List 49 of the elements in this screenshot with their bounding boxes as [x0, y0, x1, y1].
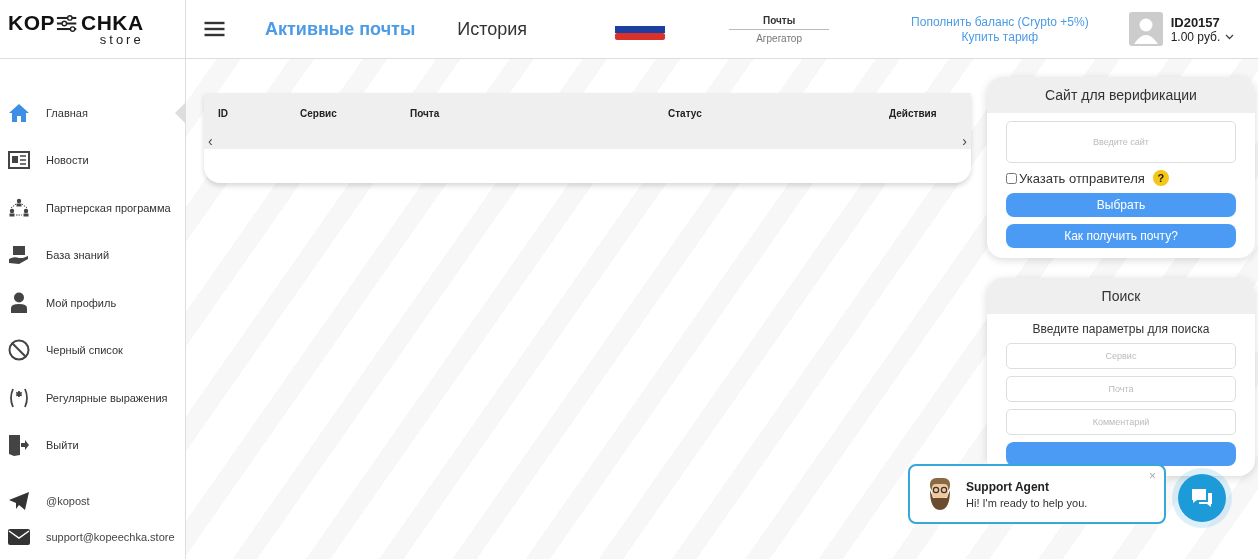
checkbox-label: Указать отправителя	[1019, 170, 1145, 186]
logo: KOP CHKA store	[8, 11, 144, 47]
sidebar-item[interactable]: Партнерская программа	[0, 184, 185, 232]
mail-icon	[8, 529, 30, 545]
sidebar-item[interactable]: Новости	[0, 136, 185, 184]
sidebar-item[interactable]: Регулярные выражения	[0, 374, 185, 422]
people-network-icon	[8, 197, 30, 218]
contact-link[interactable]: support@kopeechka.store	[0, 529, 185, 545]
column-header: Сервис	[300, 107, 338, 119]
column-header: Почта	[410, 107, 441, 119]
chat-message: Hi! I'm ready to help you.	[966, 496, 1088, 509]
sidebar-item[interactable]: Главная	[0, 89, 185, 137]
chevron-down-icon[interactable]	[1225, 33, 1235, 40]
nav-tab[interactable]: История	[457, 18, 528, 40]
search-input-field[interactable]: Комментарий	[1006, 409, 1236, 435]
column-header: ID	[218, 107, 229, 119]
sidebar-item[interactable]: Черный список	[0, 326, 185, 374]
blocked-icon	[8, 339, 30, 362]
card-title: Сайт для верификации	[987, 77, 1255, 113]
account-balance: 1.00 руб.	[1170, 29, 1221, 44]
telegram-icon	[8, 491, 30, 511]
sidebar-item[interactable]: Мой профиль	[0, 279, 185, 327]
chat-bubbles-icon	[1190, 487, 1214, 509]
home-icon	[8, 102, 30, 123]
menu-icon[interactable]	[204, 21, 225, 37]
sidebar-item[interactable]: База знаний	[0, 231, 185, 279]
sender-checkbox[interactable]	[1006, 172, 1017, 184]
search-input-field[interactable]: Почта	[1006, 376, 1236, 402]
mode-option[interactable]: Агрегатор	[756, 32, 802, 44]
search-input-field[interactable]: Сервис	[1006, 343, 1236, 369]
chat-bubble[interactable]: Support Agent Hi! I'm ready to help you. ×	[908, 464, 1166, 524]
newspaper-icon	[8, 151, 30, 170]
help-badge[interactable]: ?	[1152, 170, 1169, 186]
regex-icon	[8, 386, 30, 409]
scroll-left-button[interactable]: ‹	[208, 133, 213, 149]
column-header: Статус	[668, 107, 703, 119]
agent-name: Support Agent	[966, 479, 1050, 494]
sidebar-item[interactable]: Выйти	[0, 421, 185, 469]
account-id: ID20157	[1170, 14, 1221, 30]
site-input-field[interactable]: Введите сайт	[1006, 121, 1236, 163]
book-hand-icon	[8, 245, 30, 266]
scroll-right-button[interactable]: ›	[962, 133, 967, 149]
mode-option[interactable]: Почты	[729, 14, 830, 30]
card-title: Поиск	[987, 278, 1255, 314]
search-hint: Введите параметры для поиска	[1031, 322, 1211, 336]
column-header: Действия	[889, 107, 937, 119]
contact-link[interactable]: @kopost	[0, 491, 185, 511]
user-icon	[10, 291, 28, 314]
exit-door-icon	[8, 434, 30, 457]
